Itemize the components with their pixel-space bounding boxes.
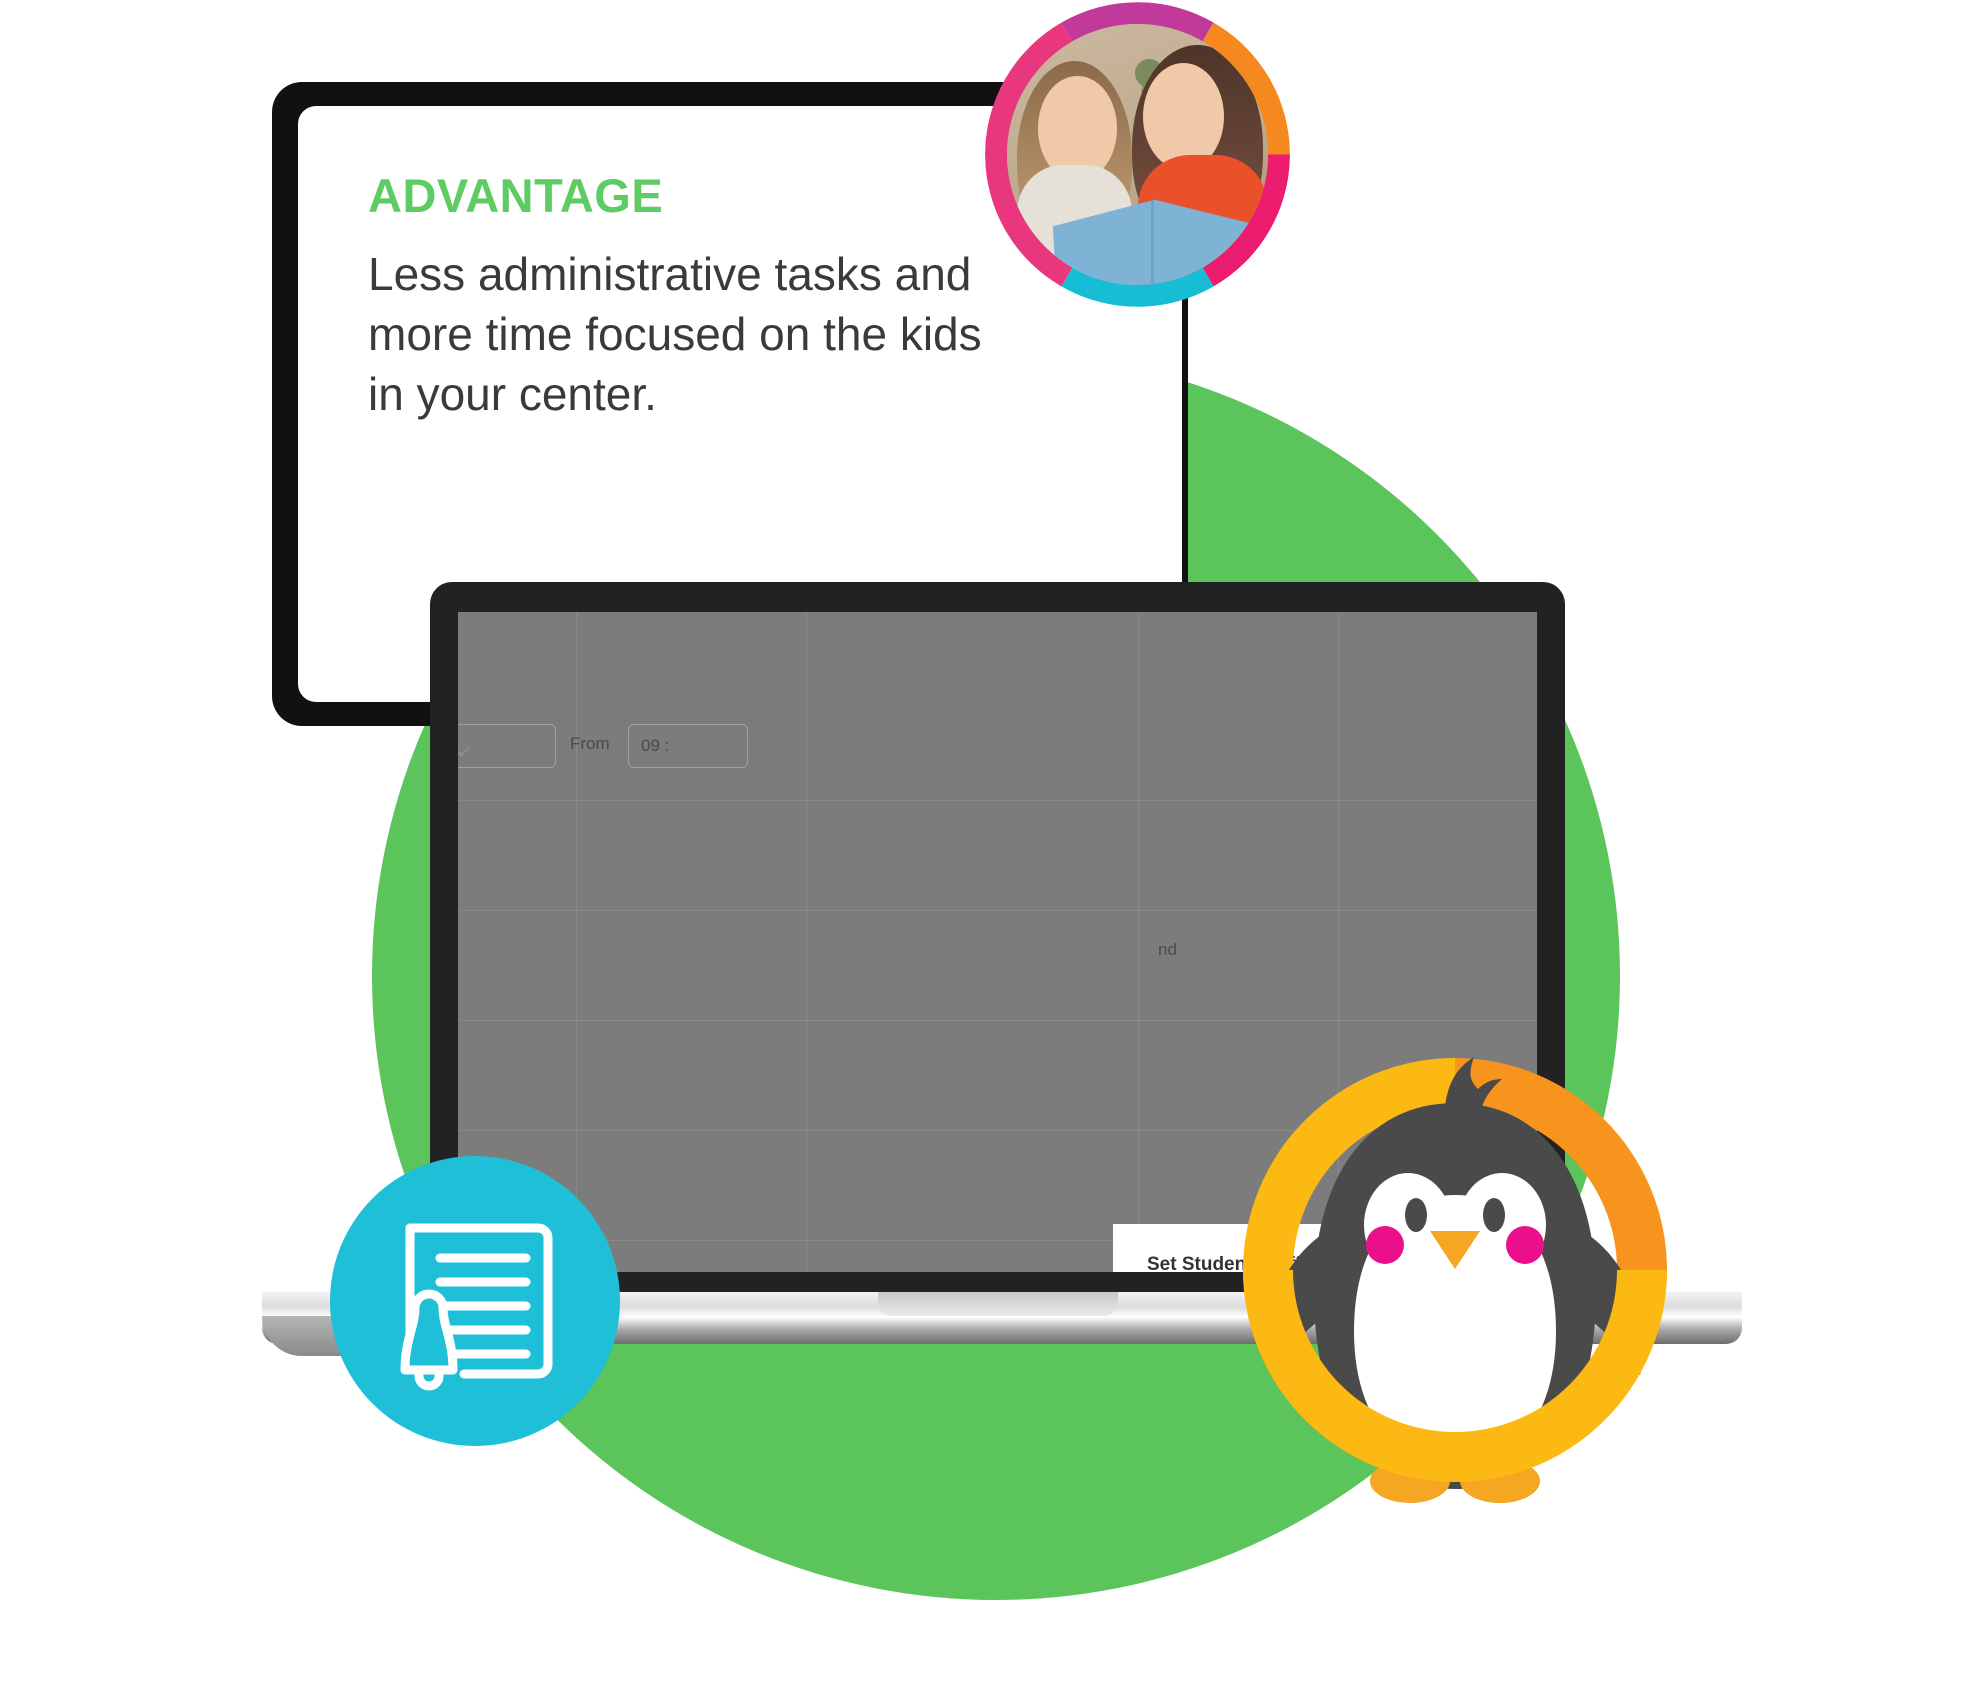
penguin-cheek-right (1506, 1226, 1544, 1264)
advantage-body-text: Less administrative tasks and more time … (368, 248, 982, 420)
duration-select-dimmed[interactable]: 12 hours (458, 724, 556, 768)
penguin-illustration (1243, 1057, 1667, 1503)
from-label-dimmed: From (570, 734, 610, 753)
penguin-eye-left (1405, 1198, 1427, 1232)
right-text-fragment-dimmed: nd (1158, 940, 1177, 959)
chevron-down-icon (458, 742, 469, 751)
photo-badge-image (1007, 24, 1268, 285)
document-bell-icon (400, 1223, 553, 1391)
from-time-field-dimmed[interactable]: 09 : (628, 724, 748, 768)
screenshot-root: ADVANTAGE Less administrative tasks and … (0, 0, 1980, 1700)
laptop-base-notch (878, 1292, 1118, 1316)
notification-badge (330, 1156, 620, 1446)
from-time-value: 09 : (641, 736, 670, 755)
penguin-mascot (1230, 1045, 1680, 1605)
penguin-cheek-left (1366, 1226, 1404, 1264)
laptop-base-foot (262, 1316, 342, 1356)
photo-badge (985, 2, 1290, 307)
penguin-eye-right (1483, 1198, 1505, 1232)
